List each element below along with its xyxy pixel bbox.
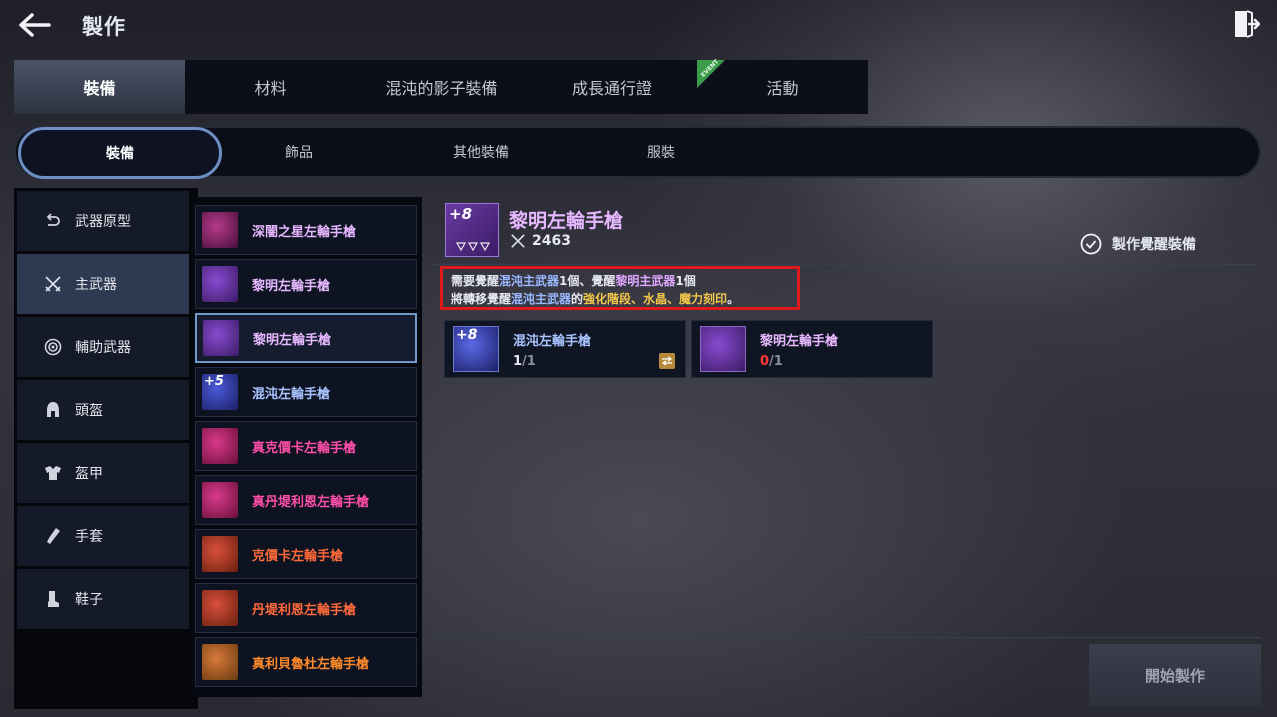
enhance-badge: +5 xyxy=(204,374,224,389)
tab-events[interactable]: EVENT 活動 xyxy=(697,58,868,114)
list-item[interactable]: 真克價卡左輪手槍 xyxy=(195,421,417,471)
glove-icon xyxy=(43,526,63,546)
list-item[interactable]: 黎明左輪手槍 xyxy=(195,313,417,363)
selected-item-thumbnail: +8 xyxy=(445,203,499,257)
item-thumbnail xyxy=(202,536,238,572)
crossed-swords-icon xyxy=(43,274,63,294)
divider xyxy=(432,264,1261,265)
requirement-line-2: 將轉移覺醒混沌主武器的強化階段、水晶、魔力刻印。 xyxy=(451,292,740,306)
category-secondary-weapon[interactable]: 輔助武器 xyxy=(17,317,189,377)
category-helmet[interactable]: 頭盔 xyxy=(17,380,189,440)
material-thumbnail xyxy=(700,326,746,372)
category-shoes[interactable]: 鞋子 xyxy=(17,569,189,629)
category-sidebar: 武器原型 主武器 輔助武器 頭盔 盔甲 手套 鞋子 xyxy=(14,188,198,709)
item-list: 深闇之星左輪手槍 黎明左輪手槍 黎明左輪手槍 +5 混沌左輪手槍 真克價卡左輪手… xyxy=(192,197,422,697)
tab-equipment[interactable]: 裝備 xyxy=(14,60,185,114)
list-item[interactable]: 深闇之星左輪手槍 xyxy=(195,205,417,255)
list-item[interactable]: 黎明左輪手槍 xyxy=(195,259,417,309)
item-thumbnail xyxy=(202,590,238,626)
requirement-line-1: 需要覺醒混沌主武器1個、覺醒黎明主武器1個 xyxy=(451,274,696,288)
awaken-gems-icon xyxy=(456,242,490,252)
list-item[interactable]: 丹堤利恩左輪手槍 xyxy=(195,583,417,633)
arrow-left-icon xyxy=(19,13,51,37)
list-item[interactable]: +5 混沌左輪手槍 xyxy=(195,367,417,417)
divider xyxy=(432,637,1261,638)
subtab-equipment[interactable]: 裝備 xyxy=(18,127,222,179)
enhance-badge: +8 xyxy=(449,205,473,223)
helmet-icon xyxy=(43,400,63,420)
item-thumbnail xyxy=(202,644,238,680)
category-armor[interactable]: 盔甲 xyxy=(17,443,189,503)
category-weapon-prototype[interactable]: 武器原型 xyxy=(17,191,189,251)
category-main-weapon[interactable]: 主武器 xyxy=(17,254,189,314)
page-title: 製作 xyxy=(82,15,126,39)
exit-button[interactable] xyxy=(1230,8,1262,40)
material-slot[interactable]: 黎明左輪手槍 0/1 xyxy=(691,320,933,378)
tab-growth-pass[interactable]: 成長通行證 xyxy=(527,60,697,114)
material-count: 0/1 xyxy=(760,353,783,369)
tab-chaos-shadow-equipment[interactable]: 混沌的影子裝備 xyxy=(356,60,527,114)
requirement-notice: 需要覺醒混沌主武器1個、覺醒黎明主武器1個 將轉移覺醒混沌主武器的強化階段、水晶… xyxy=(440,266,800,310)
category-gloves[interactable]: 手套 xyxy=(17,506,189,566)
combat-power: 2463 xyxy=(510,233,571,249)
list-item[interactable]: 克價卡左輪手槍 xyxy=(195,529,417,579)
subtab-costume[interactable]: 服裝 xyxy=(576,128,746,176)
orb-icon xyxy=(43,337,63,357)
exit-door-icon xyxy=(1235,10,1260,38)
list-item[interactable]: 真丹堤利恩左輪手槍 xyxy=(195,475,417,525)
boot-icon xyxy=(43,589,63,609)
item-thumbnail xyxy=(202,266,238,302)
enhance-badge: +8 xyxy=(456,327,478,343)
item-thumbnail xyxy=(202,428,238,464)
subtab-other-equipment[interactable]: 其他裝備 xyxy=(396,128,566,176)
craft-awakened-equipment-toggle[interactable]: 製作覺醒裝備 xyxy=(1080,233,1196,255)
material-count: 1/1 xyxy=(513,353,536,369)
material-slot[interactable]: +8 混沌左輪手槍 1/1 xyxy=(444,320,686,378)
selected-item-title: 黎明左輪手槍 xyxy=(509,210,624,232)
crossed-swords-icon xyxy=(511,234,525,248)
start-crafting-button[interactable]: 開始製作 xyxy=(1089,644,1261,706)
check-circle-icon xyxy=(1080,233,1102,255)
tab-materials[interactable]: 材料 xyxy=(185,60,356,114)
item-thumbnail xyxy=(202,212,238,248)
armor-icon xyxy=(43,463,63,483)
sub-tab-bar: 裝備 飾品 其他裝備 服裝 xyxy=(14,126,1261,179)
main-tab-bar: 裝備 材料 混沌的影子裝備 成長通行證 EVENT 活動 xyxy=(14,58,868,114)
material-thumbnail: +8 xyxy=(453,326,499,372)
swap-icon[interactable] xyxy=(659,353,675,369)
item-thumbnail xyxy=(203,320,239,356)
list-item[interactable]: 真利貝魯杜左輪手槍 xyxy=(195,637,417,687)
subtab-accessories[interactable]: 飾品 xyxy=(214,128,384,176)
item-thumbnail xyxy=(202,482,238,518)
back-button[interactable] xyxy=(14,8,54,42)
weapon-prototype-icon xyxy=(43,211,63,231)
item-thumbnail: +5 xyxy=(202,374,238,410)
